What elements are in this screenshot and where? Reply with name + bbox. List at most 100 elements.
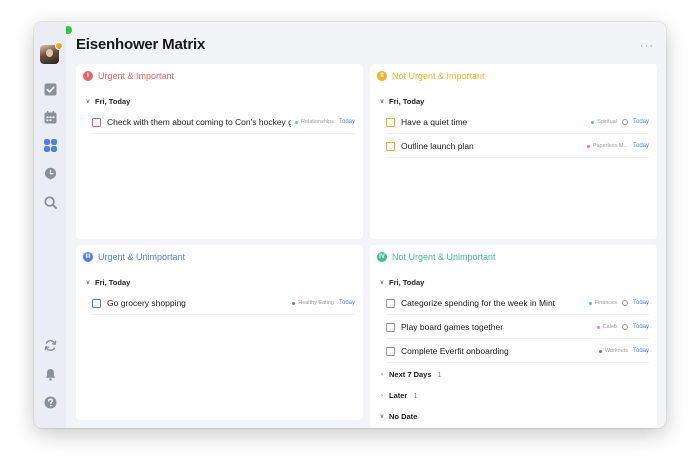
task-meta: Workouts Today — [598, 348, 649, 354]
quadrant-header[interactable]: II Not Urgent & Important — [377, 71, 485, 81]
task-checkbox[interactable] — [386, 346, 395, 356]
task-due-date: Today — [632, 119, 649, 125]
sidebar-item-matrix[interactable] — [42, 137, 58, 153]
task-row[interactable]: Play board games together Caleb Today — [386, 316, 649, 339]
sidebar-item-search[interactable] — [42, 194, 58, 210]
bell-icon — [45, 368, 55, 381]
quadrant-numeral-icon: I — [83, 71, 93, 81]
page-title: Eisenhower Matrix — [76, 36, 206, 53]
group-header[interactable]: ∨ Fri, Today — [85, 278, 130, 287]
sidebar-item-calendar[interactable] — [42, 109, 58, 125]
task-due-date: Today — [338, 119, 355, 125]
more-options-button[interactable]: ··· — [640, 40, 654, 52]
task-meta: Paperless M... Today — [586, 143, 649, 149]
task-tag: Workouts — [604, 348, 628, 354]
task-due-date: Today — [632, 300, 649, 306]
premium-badge-icon — [55, 42, 63, 50]
group-header[interactable]: ∨ Fri, Today — [85, 97, 130, 106]
group-header[interactable]: ∨ Fri, Today — [379, 278, 424, 287]
sidebar-item-pomodoro[interactable] — [42, 165, 58, 181]
task-due-date: Today — [632, 143, 649, 149]
task-checkbox[interactable] — [386, 322, 395, 332]
chevron-right-icon: › — [381, 371, 383, 378]
task-tag: Relationships — [300, 119, 334, 125]
pomodoro-icon — [44, 167, 56, 180]
task-tag: Healthy Eating — [298, 300, 334, 306]
task-title: Go grocery shopping — [107, 298, 186, 308]
task-meta: Healthy Eating Today — [292, 300, 355, 306]
task-meta: Caleb Today — [596, 324, 649, 330]
task-title: Outline launch plan — [401, 141, 474, 151]
help-icon — [44, 396, 56, 408]
checkbox-icon — [44, 83, 56, 95]
sidebar-item-help[interactable] — [42, 394, 58, 410]
quadrant-urgent-unimportant: III Urgent & Unimportant ∨ Fri, Today Go… — [76, 245, 363, 420]
quadrant-header[interactable]: IV Not Urgent & Unimportant — [377, 252, 496, 262]
task-row[interactable]: Go grocery shopping Healthy Eating Today — [92, 292, 355, 315]
app-window: Eisenhower Matrix ··· I Urgent & Importa… — [34, 22, 666, 428]
task-title: Play board games together — [401, 322, 504, 332]
task-tag: Spiritual — [597, 119, 617, 125]
sync-icon — [44, 339, 56, 351]
group-header-next-7-days[interactable]: › Next 7 Days 1 — [379, 370, 442, 379]
search-icon — [43, 195, 57, 209]
sidebar-item-tasks[interactable] — [42, 81, 58, 97]
task-checkbox[interactable] — [386, 117, 395, 127]
avatar-face — [46, 49, 53, 57]
sidebar-item-sync[interactable] — [42, 337, 58, 353]
tag-dot-icon — [591, 120, 595, 124]
task-row[interactable]: Complete Everfit onboarding Workouts Tod… — [386, 340, 649, 363]
task-title: Have a quiet time — [401, 117, 468, 127]
tag-dot-icon — [292, 301, 296, 305]
repeat-clock-icon — [621, 300, 628, 306]
matrix-icon — [43, 138, 57, 152]
task-tag: Paperless M... — [592, 143, 628, 149]
quadrant-numeral-icon: II — [377, 71, 387, 81]
quadrant-header[interactable]: III Urgent & Unimportant — [83, 252, 185, 262]
quadrant-not-urgent-important: II Not Urgent & Important ∨ Fri, Today H… — [370, 64, 657, 239]
group-label: Fri, Today — [389, 278, 425, 287]
chevron-down-icon: ∨ — [379, 99, 385, 105]
sidebar — [34, 22, 66, 428]
group-label: Next 7 Days — [389, 370, 432, 379]
task-row[interactable]: Have a quiet time Spiritual Today — [386, 111, 649, 134]
quadrant-header[interactable]: I Urgent & Important — [83, 71, 174, 81]
group-header-later[interactable]: › Later 1 — [379, 391, 418, 400]
task-checkbox[interactable] — [386, 298, 395, 308]
calendar-icon — [44, 110, 56, 123]
group-label: No Date — [389, 412, 418, 421]
chevron-down-icon: ∨ — [85, 99, 91, 105]
tag-dot-icon — [588, 301, 592, 305]
chevron-down-icon: ∨ — [85, 280, 91, 286]
group-header[interactable]: ∨ Fri, Today — [379, 97, 424, 106]
avatar[interactable] — [40, 42, 63, 64]
tag-dot-icon — [596, 325, 600, 329]
quadrant-numeral-icon: III — [83, 252, 93, 262]
quadrant-urgent-important: I Urgent & Important ∨ Fri, Today Check … — [76, 64, 363, 239]
repeat-clock-icon — [621, 119, 628, 125]
sidebar-item-notifications[interactable] — [42, 366, 58, 382]
task-row[interactable]: Categorize spending for the week in Mint… — [386, 292, 649, 315]
task-tag: Finances — [594, 300, 617, 306]
group-header-no-date[interactable]: ∨ No Date — [379, 412, 418, 421]
task-title: Categorize spending for the week in Mint — [401, 298, 556, 308]
quadrant-title: Urgent & Unimportant — [98, 252, 186, 262]
task-meta: Relationships Today — [294, 119, 355, 125]
quadrant-title: Not Urgent & Unimportant — [392, 252, 496, 262]
task-row[interactable]: Outline launch plan Paperless M... Today — [386, 135, 649, 158]
group-label: Fri, Today — [95, 278, 131, 287]
group-label: Fri, Today — [389, 97, 425, 106]
tag-dot-icon — [586, 144, 590, 148]
tag-dot-icon — [598, 349, 602, 353]
task-meta: Spiritual Today — [591, 119, 649, 125]
repeat-clock-icon — [621, 324, 628, 330]
task-checkbox[interactable] — [386, 141, 395, 151]
quadrant-not-urgent-unimportant: IV Not Urgent & Unimportant ∨ Fri, Today… — [370, 245, 657, 428]
task-row[interactable]: Check with them about coming to Con's ho… — [92, 111, 355, 134]
task-title: Check with them about coming to Con's ho… — [107, 117, 291, 127]
task-tag: Caleb — [602, 324, 617, 330]
group-label: Fri, Today — [95, 97, 131, 106]
group-count: 1 — [437, 370, 442, 379]
task-checkbox[interactable] — [92, 298, 101, 308]
task-checkbox[interactable] — [92, 117, 101, 127]
